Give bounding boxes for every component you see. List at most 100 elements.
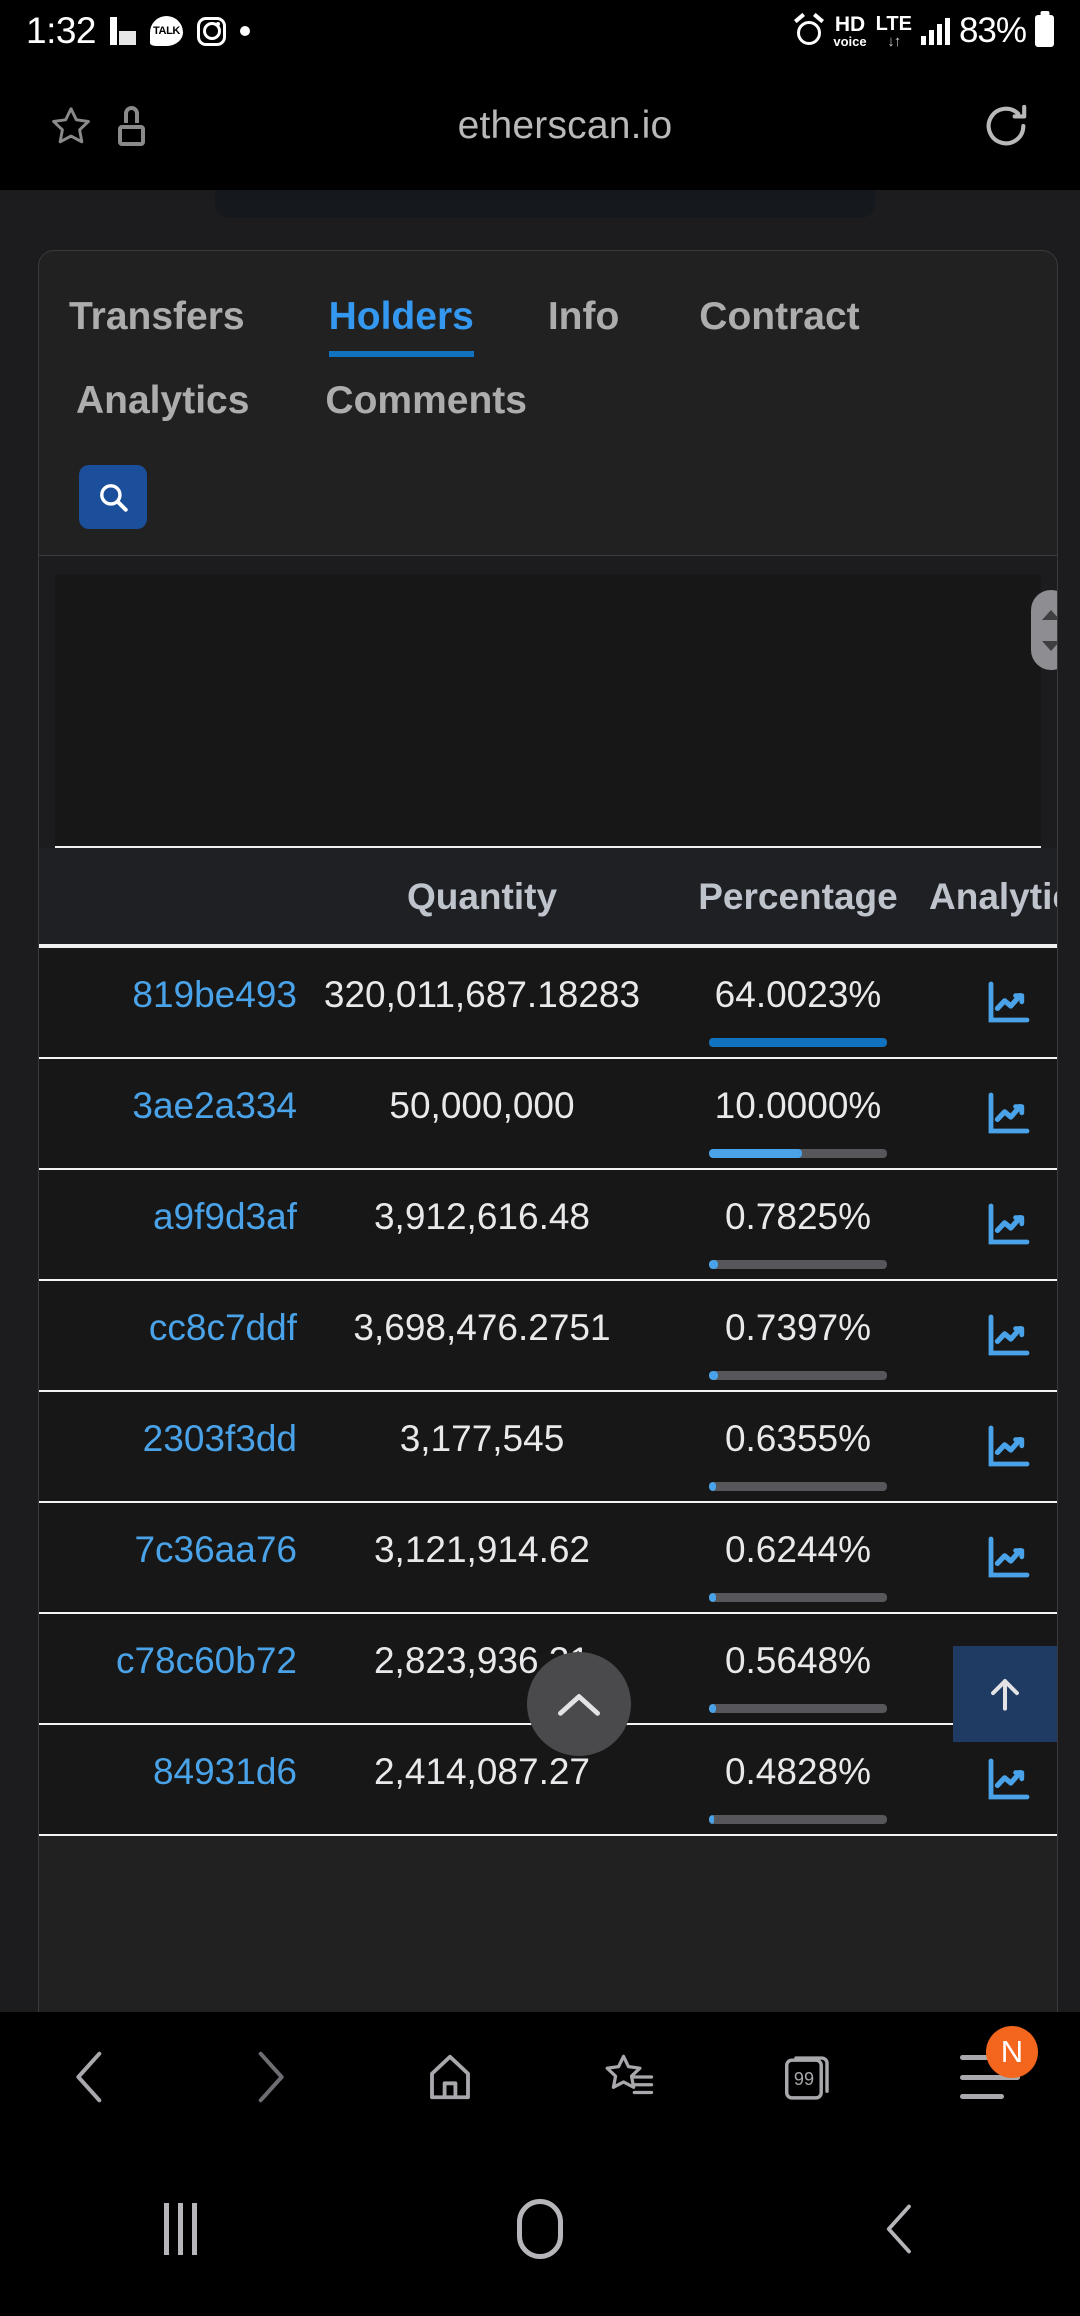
chart-icon (988, 1425, 1030, 1467)
holder-address-link[interactable]: c78c60b72 (39, 1613, 297, 1724)
search-icon (100, 484, 128, 512)
holder-percentage-cell: 0.5648% (667, 1613, 929, 1724)
holder-percentage-cell: 0.6355% (667, 1391, 929, 1502)
nav-bookmarks-button[interactable] (540, 2012, 720, 2142)
holder-percentage-bar (709, 1482, 887, 1491)
holder-percentage-bar (709, 1260, 887, 1269)
android-system-nav (0, 2142, 1080, 2316)
holder-analytics-cell[interactable] (929, 1502, 1057, 1613)
chart-icon (988, 1536, 1030, 1578)
reload-icon[interactable] (980, 100, 1032, 152)
android-home-button[interactable] (360, 2199, 720, 2259)
table-header-row: Quantity Percentage Analytics (39, 848, 1057, 946)
dot-icon (240, 26, 251, 36)
forward-icon (258, 2051, 284, 2103)
lock-icon (116, 106, 150, 146)
instagram-icon (197, 16, 227, 46)
holder-percentage-value: 0.5648% (724, 1640, 872, 1681)
holder-quantity: 3,177,545 (399, 1418, 565, 1459)
holder-analytics-cell[interactable] (929, 1058, 1057, 1169)
android-recents-button[interactable] (0, 2203, 360, 2255)
table-row: 819be493 320,011,687.18283 64.0023% (39, 946, 1057, 1058)
phone-screen: 1:32 TALK HD voice LTE ↓↑ 83% etherscan.… (0, 0, 1080, 2316)
holder-percentage-cell: 10.0000% (667, 1058, 929, 1169)
holder-address-link[interactable]: 84931d6 (39, 1724, 297, 1835)
holder-address-link[interactable]: cc8c7ddf (39, 1280, 297, 1391)
chart-icon (988, 1758, 1030, 1800)
tab-contract[interactable]: Contract (699, 273, 859, 357)
tab-row-primary: Transfers Holders Info Contract (39, 273, 1057, 357)
holder-percentage-cell: 64.0023% (667, 946, 929, 1058)
tab-comments[interactable]: Comments (325, 357, 527, 441)
browser-address-bar[interactable]: etherscan.io (0, 62, 1080, 190)
holders-panel: Quantity Percentage Analytics 819be493 32… (39, 556, 1057, 1836)
voice-label: voice (833, 34, 867, 49)
holder-analytics-cell[interactable] (929, 1391, 1057, 1502)
back-icon (76, 2051, 102, 2103)
scrollbar-handle[interactable] (1031, 590, 1057, 670)
kakaotalk-icon: TALK (150, 16, 184, 46)
holder-address-link[interactable]: 3ae2a334 (39, 1058, 297, 1169)
holder-percentage-value: 0.4828% (724, 1751, 872, 1792)
lte-icon: LTE ↓↑ (876, 14, 912, 49)
nav-menu-button[interactable]: N (900, 2012, 1080, 2142)
home-circle-icon (517, 2199, 563, 2259)
battery-icon (1035, 15, 1054, 47)
holder-percentage-value: 64.0023% (714, 974, 882, 1015)
holder-quantity: 50,000,000 (389, 1085, 575, 1126)
browser-bottom-nav: 99 N (0, 2012, 1080, 2142)
holder-percentage-cell: 0.7397% (667, 1280, 929, 1391)
holder-analytics-cell[interactable] (929, 1169, 1057, 1280)
tab-transfers[interactable]: Transfers (69, 273, 245, 357)
tab-info[interactable]: Info (548, 273, 619, 357)
holder-address-link[interactable]: a9f9d3af (39, 1169, 297, 1280)
holder-percentage-value: 0.7397% (724, 1307, 872, 1348)
star-icon[interactable] (48, 104, 94, 148)
holder-quantity: 3,121,914.62 (373, 1529, 591, 1570)
chart-icon (988, 1092, 1030, 1134)
nav-home-button[interactable] (360, 2012, 540, 2142)
holder-percentage-bar (709, 1704, 887, 1713)
holder-quantity: 320,011,687.18283 (323, 974, 641, 1015)
lte-arrows: ↓↑ (887, 32, 901, 50)
android-back-button[interactable] (720, 2202, 1080, 2256)
holder-analytics-cell[interactable] (929, 1280, 1057, 1391)
th-analytics: Analytics (929, 848, 1057, 946)
previous-card-edge (215, 190, 875, 218)
search-button[interactable] (79, 465, 147, 529)
holder-analytics-cell[interactable] (929, 946, 1057, 1058)
holder-percentage-value: 0.7825% (724, 1196, 872, 1237)
url-text[interactable]: etherscan.io (150, 104, 980, 148)
nav-back-button[interactable] (0, 2012, 180, 2142)
token-detail-card: Transfers Holders Info Contract Analytic… (38, 250, 1058, 2072)
scroll-to-top-button[interactable] (527, 1652, 631, 1756)
linkedin-icon (110, 17, 137, 45)
holder-percentage-bar (709, 1815, 887, 1824)
panel-placeholder-area (55, 574, 1041, 846)
table-row: 2303f3dd 3,177,545 0.6355% (39, 1391, 1057, 1502)
hd-label: HD (834, 13, 866, 36)
kakaotalk-label: TALK (153, 25, 180, 37)
holder-quantity: 3,698,476.2751 (353, 1307, 611, 1348)
chart-icon (988, 1314, 1030, 1356)
scroll-down-icon[interactable] (1042, 640, 1057, 651)
tab-analytics[interactable]: Analytics (76, 357, 249, 441)
holder-percentage-value: 0.6355% (724, 1418, 872, 1459)
holder-percentage-value: 0.6244% (724, 1529, 872, 1570)
scroll-up-icon[interactable] (1042, 609, 1057, 620)
holder-percentage-cell: 0.4828% (667, 1724, 929, 1835)
tab-holders[interactable]: Holders (328, 273, 475, 357)
status-bar-right: HD voice LTE ↓↑ 83% (794, 11, 1054, 51)
nav-forward-button[interactable] (180, 2012, 360, 2142)
chart-icon (988, 981, 1030, 1023)
status-clock: 1:32 (26, 10, 97, 51)
th-percentage: Percentage (667, 848, 929, 946)
holder-address-link[interactable]: 7c36aa76 (39, 1502, 297, 1613)
holder-address-link[interactable]: 2303f3dd (39, 1391, 297, 1502)
back-chevron-icon (886, 2204, 911, 2254)
holder-percentage-bar (709, 1149, 887, 1158)
menu-badge: N (986, 2026, 1038, 2078)
nav-tabs-button[interactable]: 99 (720, 2012, 900, 2142)
holder-address-link[interactable]: 819be493 (39, 946, 297, 1058)
jump-up-button[interactable] (953, 1646, 1057, 1742)
